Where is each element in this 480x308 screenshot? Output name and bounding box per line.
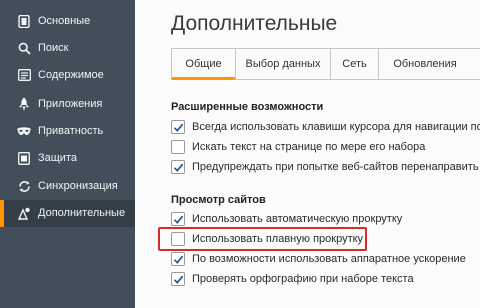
sidebar-item-label: Поиск: [38, 42, 69, 54]
general-icon: [17, 14, 31, 28]
sidebar-item-privacy[interactable]: Приватность: [0, 118, 135, 145]
option-label: Предупреждать при попытке веб-сайтов пер…: [192, 161, 480, 173]
sync-icon: [17, 179, 31, 193]
option-label: По возможности использовать аппаратное у…: [192, 253, 466, 265]
tab-general[interactable]: Общие: [172, 49, 236, 80]
tab-bar: Общие Выбор данных Сеть Обновления: [171, 48, 480, 80]
advanced-icon: [17, 206, 31, 220]
section-title-browsing: Просмотр сайтов: [171, 194, 266, 206]
option-label: Использовать автоматическую прокрутку: [192, 213, 403, 225]
checkbox-checked[interactable]: [171, 272, 185, 286]
section-title-accessibility: Расширенные возможности: [171, 101, 324, 113]
sidebar-item-applications[interactable]: Приложения: [0, 91, 135, 118]
tab-label: Общие: [185, 58, 222, 70]
option-label: Всегда использовать клавиши курсора для …: [192, 121, 480, 133]
sidebar-item-advanced[interactable]: Дополнительные: [0, 200, 135, 227]
highlight-annotation: [158, 227, 367, 251]
sidebar-item-content[interactable]: Содержимое: [0, 62, 135, 89]
checkmark-icon: [173, 215, 184, 224]
main-panel: Дополнительные Общие Выбор данных Сеть О…: [135, 0, 480, 308]
security-icon: [17, 151, 31, 165]
tab-updates[interactable]: Обновления: [379, 49, 471, 79]
checkbox-checked[interactable]: [171, 160, 185, 174]
sidebar-item-security[interactable]: Защита: [0, 145, 135, 172]
tab-label: Сеть: [342, 58, 367, 70]
tab-label: Выбор данных: [245, 58, 321, 70]
checkmark-icon: [173, 163, 184, 172]
checkbox-checked[interactable]: [171, 120, 185, 134]
checkmark-icon: [173, 275, 184, 284]
sidebar-item-label: Основные: [38, 15, 91, 27]
sidebar-item-label: Защита: [38, 152, 77, 164]
checkmark-icon: [173, 255, 184, 264]
checkmark-icon: [173, 123, 184, 132]
sidebar-item-general[interactable]: Основные: [0, 8, 135, 35]
option-label: Искать текст на странице по мере его наб…: [192, 141, 426, 153]
privacy-mask-icon: [17, 124, 31, 138]
sidebar-item-label: Приложения: [38, 98, 103, 110]
checkbox-checked[interactable]: [171, 252, 185, 266]
tab-network[interactable]: Сеть: [331, 49, 379, 79]
sidebar-item-search[interactable]: Поиск: [0, 35, 135, 62]
sidebar-item-sync[interactable]: Синхронизация: [0, 173, 135, 200]
sidebar-item-label: Приватность: [38, 125, 104, 137]
sidebar-item-label: Содержимое: [38, 69, 104, 81]
option-label: Проверять орфографию при наборе текста: [192, 273, 414, 285]
sidebar-item-label: Дополнительные: [38, 207, 126, 219]
tab-label: Обновления: [393, 58, 457, 70]
sidebar-item-label: Синхронизация: [38, 180, 118, 192]
checkbox-unchecked[interactable]: [171, 140, 185, 154]
applications-icon: [17, 97, 31, 111]
search-icon: [17, 41, 31, 55]
checkbox-checked[interactable]: [171, 212, 185, 226]
tab-data-choices[interactable]: Выбор данных: [236, 49, 331, 79]
page-title: Дополнительные: [171, 12, 338, 35]
content-icon: [17, 68, 31, 82]
sidebar: Основные Поиск Содержимое Приложения При…: [0, 0, 135, 308]
